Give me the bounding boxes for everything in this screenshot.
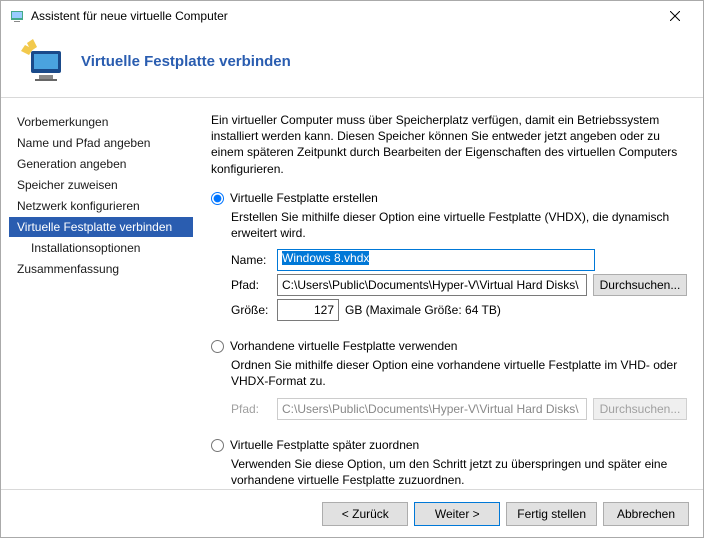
page-title: Virtuelle Festplatte verbinden — [81, 53, 291, 70]
option3-desc: Verwenden Sie diese Option, um den Schri… — [231, 456, 687, 488]
wizard-header: Virtuelle Festplatte verbinden — [1, 31, 703, 98]
app-icon — [9, 8, 25, 24]
main-panel: Ein virtueller Computer muss über Speich… — [193, 98, 703, 486]
wizard-footer: < Zurück Weiter > Fertig stellen Abbrech… — [1, 489, 703, 537]
intro-text: Ein virtueller Computer muss über Speich… — [211, 112, 687, 177]
path2-label: Pfad: — [231, 402, 277, 416]
step-network[interactable]: Netzwerk konfigurieren — [9, 196, 193, 216]
option-create-vhd: Virtuelle Festplatte erstellen Erstellen… — [211, 191, 687, 321]
content-area: Vorbemerkungen Name und Pfad angeben Gen… — [1, 98, 703, 486]
browse2-button: Durchsuchen... — [593, 398, 687, 420]
wizard-steps-sidebar: Vorbemerkungen Name und Pfad angeben Gen… — [1, 98, 193, 486]
step-install-options[interactable]: Installationsoptionen — [9, 238, 193, 258]
size-input[interactable] — [277, 299, 339, 321]
step-memory[interactable]: Speicher zuweisen — [9, 175, 193, 195]
size-hint: GB (Maximale Größe: 64 TB) — [345, 303, 501, 317]
step-intro[interactable]: Vorbemerkungen — [9, 112, 193, 132]
path2-input — [277, 398, 587, 420]
option-attach-later: Virtuelle Festplatte später zuordnen Ver… — [211, 438, 687, 488]
close-button[interactable] — [655, 2, 695, 30]
next-button[interactable]: Weiter > — [414, 502, 500, 526]
window-title: Assistent für neue virtuelle Computer — [31, 9, 655, 23]
vm-icon — [19, 37, 67, 85]
option-use-existing: Vorhandene virtuelle Festplatte verwende… — [211, 339, 687, 419]
back-button[interactable]: < Zurück — [322, 502, 408, 526]
radio-existing-vhd[interactable]: Vorhandene virtuelle Festplatte verwende… — [211, 339, 687, 353]
radio-later-vhd[interactable]: Virtuelle Festplatte später zuordnen — [211, 438, 687, 452]
radio-create-input[interactable] — [211, 192, 224, 205]
size-label: Größe: — [231, 303, 277, 317]
radio-create-label: Virtuelle Festplatte erstellen — [230, 191, 378, 205]
radio-later-label: Virtuelle Festplatte später zuordnen — [230, 438, 419, 452]
radio-later-input[interactable] — [211, 439, 224, 452]
radio-create-vhd[interactable]: Virtuelle Festplatte erstellen — [211, 191, 687, 205]
step-summary[interactable]: Zusammenfassung — [9, 259, 193, 279]
step-name-path[interactable]: Name und Pfad angeben — [9, 133, 193, 153]
name-input[interactable]: Windows 8.vhdx — [277, 249, 595, 271]
step-generation[interactable]: Generation angeben — [9, 154, 193, 174]
option2-desc: Ordnen Sie mithilfe dieser Option eine v… — [231, 357, 687, 389]
step-vhd[interactable]: Virtuelle Festplatte verbinden — [9, 217, 193, 237]
finish-button[interactable]: Fertig stellen — [506, 502, 597, 526]
radio-existing-label: Vorhandene virtuelle Festplatte verwende… — [230, 339, 457, 353]
browse-button[interactable]: Durchsuchen... — [593, 274, 687, 296]
path-label: Pfad: — [231, 278, 277, 292]
path-input[interactable] — [277, 274, 587, 296]
titlebar: Assistent für neue virtuelle Computer — [1, 1, 703, 31]
wizard-window: Assistent für neue virtuelle Computer Vi… — [0, 0, 704, 538]
option1-desc: Erstellen Sie mithilfe dieser Option ein… — [231, 209, 687, 241]
name-label: Name: — [231, 253, 277, 267]
cancel-button[interactable]: Abbrechen — [603, 502, 689, 526]
radio-existing-input[interactable] — [211, 340, 224, 353]
